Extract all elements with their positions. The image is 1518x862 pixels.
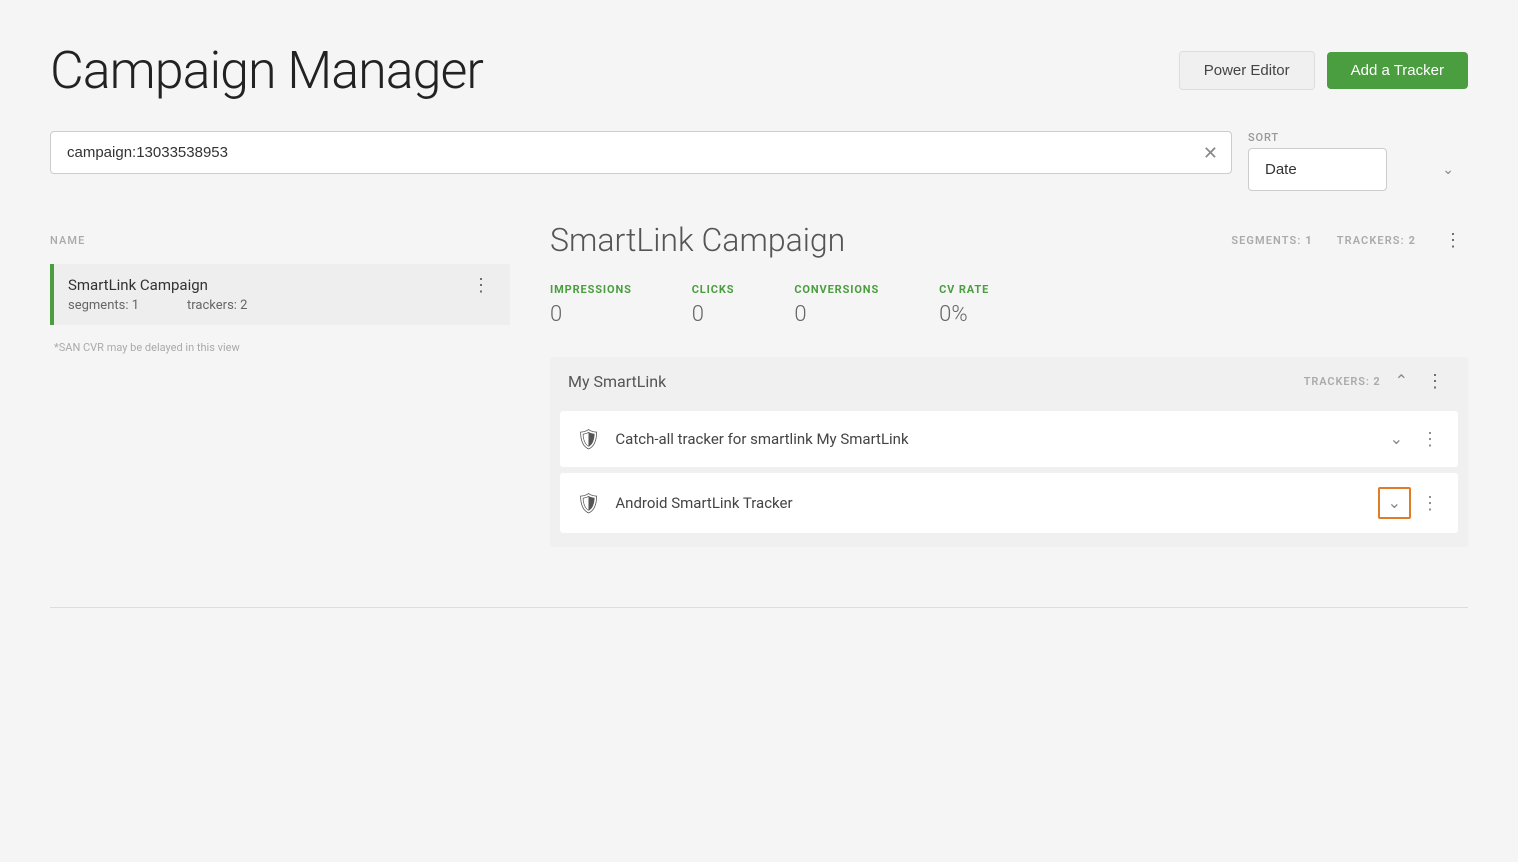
main-content: NAME SmartLink Campaign ⋮ segments: 1 tr… bbox=[50, 221, 1468, 547]
tracker-row: 🛡Android SmartLink Tracker⌄⋮ bbox=[560, 473, 1458, 533]
tracker-menu-button[interactable]: ⋮ bbox=[1419, 494, 1442, 512]
conversions-value: 0 bbox=[794, 302, 879, 327]
segment-menu-button[interactable]: ⋮ bbox=[1422, 372, 1450, 390]
sort-select[interactable]: Date Name Impressions bbox=[1248, 148, 1387, 191]
trackers-meta-label: TRACKERS: 2 bbox=[1337, 234, 1416, 247]
page-title: Campaign Manager bbox=[50, 40, 483, 101]
sort-select-wrapper: Date Name Impressions ⌄ bbox=[1248, 148, 1468, 191]
search-wrapper: ✕ bbox=[50, 131, 1232, 174]
stat-impressions: IMPRESSIONS 0 bbox=[550, 283, 632, 327]
campaign-detail-meta: SEGMENTS: 1 TRACKERS: 2 ⋮ bbox=[1231, 231, 1468, 249]
campaign-name: SmartLink Campaign bbox=[68, 276, 208, 294]
campaign-trackers: trackers: 2 bbox=[187, 298, 247, 313]
tracker-actions: ⌄⋮ bbox=[1382, 425, 1442, 453]
sort-wrapper: SORT Date Name Impressions ⌄ bbox=[1248, 131, 1468, 191]
san-note: *SAN CVR may be delayed in this view bbox=[50, 341, 510, 354]
segment-trackers-label: TRACKERS: 2 bbox=[1304, 375, 1381, 388]
sort-chevron-icon: ⌄ bbox=[1442, 162, 1454, 178]
campaign-item-top: SmartLink Campaign ⋮ bbox=[68, 276, 496, 294]
cv-rate-label: CV RATE bbox=[939, 283, 989, 296]
segment-block: My SmartLink TRACKERS: 2 ⌃ ⋮ 🛡 Catch-all … bbox=[550, 357, 1468, 547]
stat-conversions: CONVERSIONS 0 bbox=[794, 283, 879, 327]
header-actions: Power Editor Add a Tracker bbox=[1179, 51, 1468, 90]
tracker-expand-button[interactable]: ⌄ bbox=[1382, 425, 1411, 453]
right-panel: SmartLink Campaign SEGMENTS: 1 TRACKERS:… bbox=[510, 221, 1468, 547]
segment-collapse-button[interactable]: ⌃ bbox=[1393, 371, 1410, 391]
search-sort-row: ✕ SORT Date Name Impressions ⌄ bbox=[50, 131, 1468, 191]
segments-meta-label: SEGMENTS: 1 bbox=[1231, 234, 1312, 247]
page-header: Campaign Manager Power Editor Add a Trac… bbox=[50, 40, 1468, 101]
tracker-name: Android SmartLink Tracker bbox=[615, 494, 1363, 512]
clicks-label: CLICKS bbox=[692, 283, 735, 296]
stat-cv-rate: CV RATE 0% bbox=[939, 283, 989, 327]
cv-rate-value: 0% bbox=[939, 302, 989, 327]
impressions-value: 0 bbox=[550, 302, 632, 327]
tracker-menu-button[interactable]: ⋮ bbox=[1419, 430, 1442, 448]
campaign-meta: segments: 1 trackers: 2 bbox=[68, 298, 496, 313]
tracker-icon: 🛡 bbox=[576, 491, 601, 515]
add-tracker-button[interactable]: Add a Tracker bbox=[1327, 52, 1468, 89]
segment-name: My SmartLink bbox=[568, 372, 666, 391]
campaign-segments: segments: 1 bbox=[68, 298, 139, 313]
tracker-icon: 🛡 bbox=[576, 427, 601, 451]
tracker-expand-button[interactable]: ⌄ bbox=[1378, 487, 1411, 519]
segment-header: My SmartLink TRACKERS: 2 ⌃ ⋮ bbox=[550, 357, 1468, 405]
stat-clicks: CLICKS 0 bbox=[692, 283, 735, 327]
left-panel-header: NAME bbox=[50, 221, 510, 256]
tracker-actions: ⌄⋮ bbox=[1378, 487, 1442, 519]
tracker-rows-container: 🛡 Catch-all tracker for smartlink My Smar… bbox=[550, 411, 1468, 533]
search-clear-button[interactable]: ✕ bbox=[1203, 144, 1218, 162]
stats-row: IMPRESSIONS 0 CLICKS 0 CONVERSIONS 0 CV … bbox=[550, 283, 1468, 327]
clicks-value: 0 bbox=[692, 302, 735, 327]
campaign-menu-button[interactable]: ⋮ bbox=[468, 276, 496, 294]
campaign-detail-menu-button[interactable]: ⋮ bbox=[1440, 231, 1468, 249]
campaign-detail-title: SmartLink Campaign bbox=[550, 221, 845, 259]
left-panel: NAME SmartLink Campaign ⋮ segments: 1 tr… bbox=[50, 221, 510, 547]
col-name-label: NAME bbox=[50, 234, 85, 247]
segment-header-right: TRACKERS: 2 ⌃ ⋮ bbox=[1304, 371, 1450, 391]
search-input[interactable] bbox=[50, 131, 1232, 174]
campaign-detail-header: SmartLink Campaign SEGMENTS: 1 TRACKERS:… bbox=[550, 221, 1468, 259]
impressions-label: IMPRESSIONS bbox=[550, 283, 632, 296]
conversions-label: CONVERSIONS bbox=[794, 283, 879, 296]
tracker-row: 🛡 Catch-all tracker for smartlink My Smar… bbox=[560, 411, 1458, 467]
tracker-name: Catch-all tracker for smartlink My Smart… bbox=[615, 430, 1367, 448]
campaign-list-item[interactable]: SmartLink Campaign ⋮ segments: 1 tracker… bbox=[50, 264, 510, 325]
page-divider bbox=[50, 607, 1468, 608]
sort-label: SORT bbox=[1248, 131, 1468, 144]
power-editor-button[interactable]: Power Editor bbox=[1179, 51, 1315, 90]
